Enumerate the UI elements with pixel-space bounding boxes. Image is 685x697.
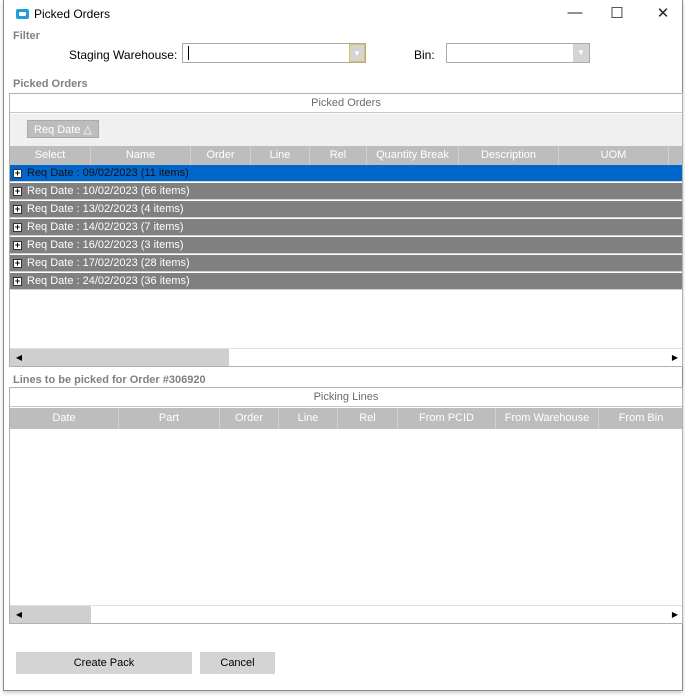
grid-title: Picking Lines [10,388,682,407]
column-header[interactable]: Line [279,408,338,429]
expand-icon[interactable]: + [13,241,22,250]
chevron-down-icon[interactable]: ▼ [573,44,589,62]
staging-warehouse-label: Staging Warehouse: [69,48,178,62]
picked-orders-dialog: Picked Orders — ☐ ✕ Filter Staging Wareh… [3,0,683,691]
scroll-left-icon[interactable]: ◀ [12,349,26,366]
scroll-thumb[interactable] [10,349,229,366]
minimize-button[interactable]: — [560,4,590,24]
picked-orders-section-label: Picked Orders [13,78,88,90]
column-header[interactable]: UOM [559,146,669,165]
filter-section-label: Filter [13,30,40,42]
cancel-button[interactable]: Cancel [200,652,275,674]
group-row[interactable]: + Req Date : 09/02/2023 (11 items) [10,165,682,182]
column-header[interactable]: Select [10,146,91,165]
scroll-right-icon[interactable]: ▶ [668,606,682,623]
column-header[interactable]: Line [251,146,310,165]
group-row[interactable]: + Req Date : 10/02/2023 (66 items) [10,183,682,200]
group-row-label: Req Date : 13/02/2023 (4 items) [27,203,184,215]
bin-combo[interactable]: ▼ [446,43,590,63]
group-row-label: Req Date : 14/02/2023 (7 items) [27,221,184,233]
picking-lines-grid: Picking Lines Date Part Order Line Rel From P… [9,387,683,624]
sort-ascending-icon: △ [83,124,93,136]
group-row[interactable]: + Req Date : 14/02/2023 (7 items) [10,219,682,236]
group-row-label: Req Date : 24/02/2023 (36 items) [27,275,190,287]
text-cursor [188,46,189,60]
column-header[interactable]: Description [459,146,559,165]
column-header[interactable]: Quantity Break [367,146,459,165]
expand-icon[interactable]: + [13,169,22,178]
lines-section-label: Lines to be picked for Order #306920 [13,374,206,386]
column-header[interactable]: Rel [310,146,367,165]
grid-title: Picked Orders [10,94,682,113]
group-row[interactable]: + Req Date : 17/02/2023 (28 items) [10,255,682,272]
column-header[interactable]: Order [191,146,251,165]
group-row-label: Req Date : 17/02/2023 (28 items) [27,257,190,269]
group-row[interactable]: + Req Date : 13/02/2023 (4 items) [10,201,682,218]
group-row-label: Req Date : 09/02/2023 (11 items) [27,167,189,179]
scroll-left-icon[interactable]: ◀ [12,606,26,623]
expand-icon[interactable]: + [13,223,22,232]
expand-icon[interactable]: + [13,187,22,196]
scroll-right-icon[interactable]: ▶ [668,349,682,366]
close-button[interactable]: ✕ [648,4,678,24]
chevron-down-icon[interactable]: ▼ [349,44,365,62]
horizontal-scrollbar[interactable]: ◀ ▶ [10,348,682,366]
column-header[interactable]: Name [91,146,191,165]
column-header[interactable]: From PCID [398,408,496,429]
column-header[interactable]: From Warehouse [496,408,599,429]
bin-label: Bin: [414,48,435,62]
maximize-button[interactable]: ☐ [602,4,632,24]
app-icon [16,9,29,19]
group-chip-label: Req Date [34,124,81,136]
expand-icon[interactable]: + [13,277,22,286]
staging-warehouse-combo[interactable]: ▼ [182,43,366,63]
expand-icon[interactable]: + [13,205,22,214]
window-title: Picked Orders [34,7,111,21]
group-row[interactable]: + Req Date : 16/02/2023 (3 items) [10,237,682,254]
expand-icon[interactable]: + [13,259,22,268]
column-header[interactable] [669,146,682,165]
group-row-label: Req Date : 16/02/2023 (3 items) [27,239,184,251]
column-header[interactable]: Rel [338,408,398,429]
column-header-row: Select Name Order Line Rel Quantity Break Desc… [10,146,682,165]
group-row-label: Req Date : 10/02/2023 (66 items) [27,185,190,197]
column-header-row: Date Part Order Line Rel From PCID From Wareho… [10,408,682,429]
create-pack-button[interactable]: Create Pack [16,652,192,674]
column-header[interactable]: Order [220,408,279,429]
horizontal-scrollbar[interactable]: ◀ ▶ [10,605,682,623]
column-header[interactable]: Part [119,408,220,429]
group-by-area: Req Date △ [10,114,682,146]
column-header[interactable]: Date [10,408,119,429]
picked-orders-grid: Picked Orders Req Date △ Select Name Order… [9,93,683,367]
column-header[interactable]: From Bin [599,408,682,429]
group-chip-req-date[interactable]: Req Date △ [27,120,100,138]
group-row[interactable]: + Req Date : 24/02/2023 (36 items) [10,273,682,290]
